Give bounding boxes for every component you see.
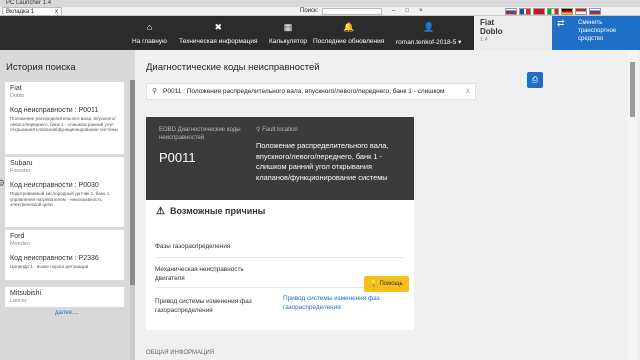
swap-icon: ⇄ bbox=[557, 18, 565, 28]
tab-1[interactable]: Вкладка 1 x bbox=[2, 7, 62, 16]
nav-label: На главную bbox=[132, 38, 167, 45]
window-controls[interactable]: –□× bbox=[392, 7, 432, 16]
search-value: P0011 : Положение распределительного вал… bbox=[163, 88, 445, 95]
nav-updates[interactable]: 🔔 Последние обновления bbox=[313, 22, 384, 45]
nav-label: Калькулятор bbox=[269, 38, 308, 45]
search-history-sidebar: История поиска Fiat Doblo Код неисправно… bbox=[0, 50, 135, 360]
fault-location-label: ⚲ Fault location bbox=[256, 127, 298, 133]
dtc-code: P0011 bbox=[159, 150, 196, 165]
dtc-standard: EOBD Диагностические коды неисправностей bbox=[159, 127, 241, 141]
flag-icon[interactable] bbox=[519, 8, 531, 15]
sidebar-title: История поиска bbox=[6, 62, 76, 73]
dtc-search-input[interactable]: ⚲ P0011 : Положение распределительного в… bbox=[146, 83, 476, 100]
nav-calculator[interactable]: ▦ Калькулятор bbox=[269, 22, 307, 45]
help-button[interactable]: 💡 Помощь bbox=[364, 276, 409, 292]
flag-icon[interactable] bbox=[589, 8, 601, 15]
history-make: Fiat bbox=[10, 85, 22, 92]
tab-bar: Вкладка 1 x Поиск: –□× bbox=[0, 7, 640, 16]
history-model: Lancer bbox=[10, 298, 27, 304]
history-desc: Цилиндр 1 - выше порога детонации bbox=[10, 264, 89, 269]
flag-icon[interactable] bbox=[505, 8, 517, 15]
more-history-link[interactable]: далее.... bbox=[55, 310, 79, 316]
flag-icon[interactable] bbox=[533, 8, 545, 15]
warning-icon: ⚠ bbox=[156, 206, 165, 217]
possible-causes-panel: ⚠ Возможные причины Фазы газораспределени… bbox=[146, 200, 414, 330]
history-card[interactable]: Ford Mondeo Код неисправности : P2336 Ци… bbox=[5, 230, 124, 280]
history-model: Forester bbox=[10, 168, 31, 174]
history-desc: Подогреваемый кислородный датчик 1, банк… bbox=[10, 191, 111, 208]
wrench-icon: ✖ bbox=[214, 22, 223, 32]
page-title: Диагностические коды неисправностей bbox=[146, 62, 320, 73]
dtc-header-box: EOBD Диагностические коды неисправностей… bbox=[146, 117, 414, 200]
lightbulb-icon: 💡 bbox=[370, 281, 378, 287]
language-flags bbox=[505, 7, 601, 16]
history-make: Subaru bbox=[10, 160, 33, 167]
history-model: Doblo bbox=[10, 93, 25, 99]
vehicle-version: 1.4 bbox=[480, 37, 488, 43]
history-code: Код неисправности : P2336 bbox=[10, 255, 99, 262]
general-info-heading: ОБЩАЯ ИНФОРМАЦИЯ bbox=[146, 350, 215, 356]
search-icon: ⚲ bbox=[152, 88, 158, 95]
help-label: Помощь bbox=[379, 281, 403, 287]
possible-causes-title: ⚠ Возможные причины bbox=[156, 206, 266, 217]
tab-close-icon[interactable]: x bbox=[55, 8, 58, 16]
history-card[interactable]: Subaru Forester Код неисправности : P003… bbox=[5, 157, 124, 227]
history-desc: Положение распределительного вала, впуск… bbox=[10, 116, 119, 133]
history-make: Ford bbox=[10, 233, 25, 240]
cause-label: Фазы газораспределения bbox=[155, 243, 231, 250]
cause-row: Фазы газораспределения bbox=[155, 238, 405, 258]
print-icon: ⎙ bbox=[531, 75, 539, 84]
settings-gear-icon[interactable]: ⚙ bbox=[0, 178, 5, 189]
flag-icon[interactable] bbox=[547, 8, 559, 15]
main-content: Диагностические коды неисправностей ⎙ ⚲ … bbox=[135, 50, 640, 360]
change-vehicle-button[interactable]: ⇄ Сменить транспортное средство bbox=[552, 16, 640, 50]
history-card[interactable]: Mitsubishi Lancer bbox=[5, 287, 124, 307]
vehicle-make: Fiat bbox=[480, 18, 495, 27]
fault-description: Положение распределительного вала, впуск… bbox=[256, 141, 389, 182]
top-nav: ⌂ На главную ✖ Техническая информация ▦ … bbox=[0, 16, 474, 50]
print-button[interactable]: ⎙ bbox=[527, 72, 543, 88]
cause-label: Механическая неисправность двигателя bbox=[155, 266, 244, 282]
nav-label: roman.tenkof-2018-5 ▾ bbox=[396, 39, 462, 46]
tab-search-input[interactable] bbox=[322, 8, 382, 15]
cause-link[interactable]: Привод системы изменения фаз газораспред… bbox=[283, 294, 398, 312]
nav-technical-info[interactable]: ✖ Техническая информация bbox=[179, 22, 257, 45]
tab-search-label: Поиск: bbox=[300, 8, 319, 14]
cause-row: Привод системы изменения фаз газораспред… bbox=[155, 294, 405, 324]
tab-label: Вкладка 1 bbox=[6, 9, 35, 15]
nav-home[interactable]: ⌂ На главную bbox=[132, 22, 167, 45]
vehicle-model: Doblo bbox=[480, 27, 503, 36]
nav-label: Техническая информация bbox=[179, 38, 258, 45]
window-title: PC Launcher 1.4 bbox=[0, 0, 640, 7]
main-scroll-thumb[interactable] bbox=[630, 62, 635, 117]
flag-icon[interactable] bbox=[561, 8, 573, 15]
home-icon: ⌂ bbox=[146, 22, 153, 32]
user-icon: 👤 bbox=[423, 22, 435, 32]
cause-label: Привод системы изменения фаз газораспред… bbox=[155, 298, 252, 314]
history-code: Код неисправности : P0030 bbox=[10, 182, 99, 189]
bell-icon: 🔔 bbox=[343, 22, 355, 32]
history-card[interactable]: Fiat Doblo Код неисправности : P0011 Пол… bbox=[5, 82, 124, 154]
flag-icon[interactable] bbox=[575, 8, 587, 15]
vehicle-panel: Fiat Doblo 1.4 bbox=[474, 16, 552, 50]
change-vehicle-label: Сменить транспортное средство bbox=[578, 20, 617, 42]
nav-label: Последние обновления bbox=[313, 38, 385, 45]
clear-search-icon[interactable]: X bbox=[462, 84, 470, 99]
calculator-icon: ▦ bbox=[283, 22, 293, 32]
history-make: Mitsubishi bbox=[10, 290, 42, 297]
nav-user-menu[interactable]: 👤 roman.tenkof-2018-5 ▾ bbox=[396, 22, 461, 46]
history-code: Код неисправности : P0011 bbox=[10, 107, 99, 114]
history-model: Mondeo bbox=[10, 241, 30, 247]
